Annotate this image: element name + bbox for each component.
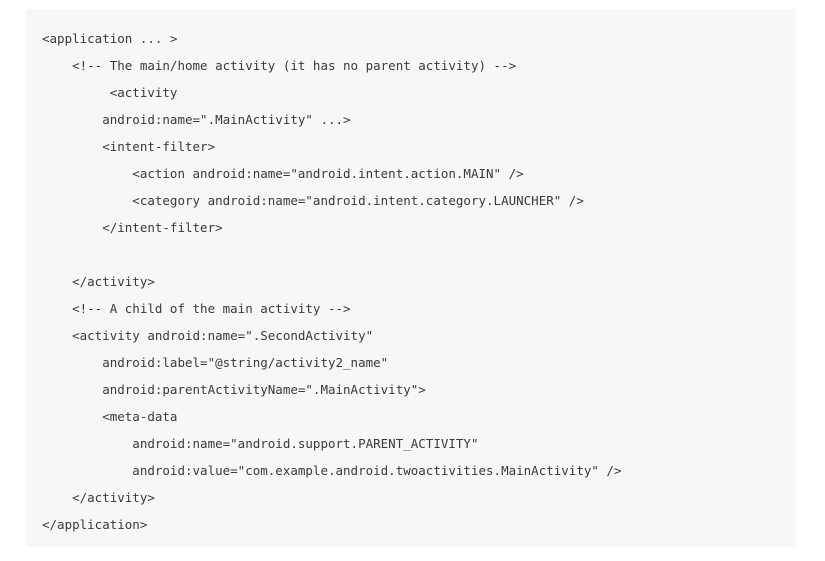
code-line: <!-- A child of the main activity --> xyxy=(42,301,351,316)
code-line: <!-- The main/home activity (it has no p… xyxy=(42,58,517,73)
code-line: android:parentActivityName=".MainActivit… xyxy=(42,382,426,397)
code-line: <intent-filter> xyxy=(42,139,216,154)
code-line: <action android:name="android.intent.act… xyxy=(42,166,524,181)
code-line: android:value="com.example.android.twoac… xyxy=(42,463,622,478)
code-line: android:label="@string/activity2_name" xyxy=(42,355,389,370)
code-line: </activity> xyxy=(42,490,155,505)
code-line: <meta-data xyxy=(42,409,178,424)
code-line: <activity xyxy=(42,85,178,100)
code-line: <activity android:name=".SecondActivity" xyxy=(42,328,374,343)
code-line: </application> xyxy=(42,517,148,532)
code-line: </intent-filter> xyxy=(42,220,223,235)
code-line: </activity> xyxy=(42,274,155,289)
code-block: <application ... > <!-- The main/home ac… xyxy=(26,9,796,547)
code-line: android:name=".MainActivity" ...> xyxy=(42,112,351,127)
code-line: <category android:name="android.intent.c… xyxy=(42,193,584,208)
code-line: <application ... > xyxy=(42,31,178,46)
code-line: android:name="android.support.PARENT_ACT… xyxy=(42,436,479,451)
